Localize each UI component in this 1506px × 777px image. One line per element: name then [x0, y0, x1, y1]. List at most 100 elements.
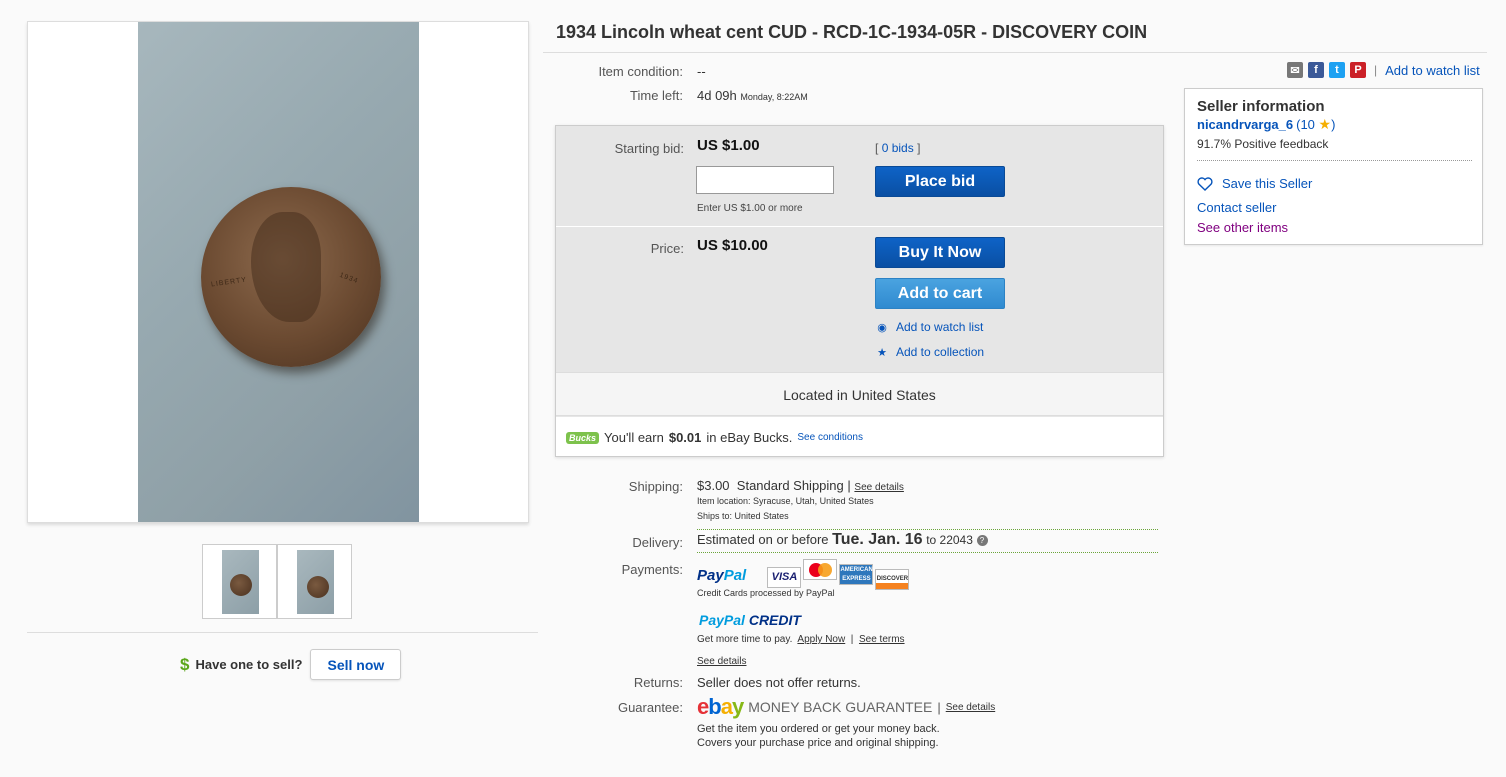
visa-icon: VISA — [767, 567, 802, 588]
shipping-pipe: | — [847, 478, 851, 493]
bid-amount-input[interactable] — [696, 166, 834, 194]
returns-label: Returns: — [633, 675, 683, 690]
delivery-prefix: Estimated on or before — [697, 532, 829, 547]
thumbnail-photo — [297, 550, 334, 614]
divider — [1197, 160, 1472, 161]
coin-profile — [251, 212, 321, 322]
shipping-line: $3.00 Standard Shipping | See details — [697, 478, 904, 493]
eye-icon: ◉ — [877, 321, 887, 334]
place-bid-button[interactable]: Place bid — [875, 166, 1005, 197]
collection-label: Add to collection — [896, 345, 985, 359]
bucks-text-pre: You'll earn — [604, 430, 664, 445]
separator: | — [850, 634, 854, 645]
guarantee-line2: Covers your purchase price and original … — [697, 737, 939, 749]
amex-icon: AMERICAN EXPRESS — [839, 564, 874, 585]
seller-heading: Seller information — [1197, 98, 1325, 115]
returns-value: Seller does not offer returns. — [697, 675, 861, 690]
delivery-zip: to 22043 — [926, 533, 973, 547]
bracket: ] — [917, 141, 921, 155]
money-back-guarantee: MONEY BACK GUARANTEE — [748, 699, 933, 715]
bracket: [ — [875, 141, 879, 155]
collection-action[interactable]: ★ Add to collection — [876, 345, 984, 359]
buy-it-now-button[interactable]: Buy It Now — [875, 237, 1005, 268]
delivery-line: Estimated on or before Tue. Jan. 16 to 2… — [697, 531, 988, 549]
payments-label: Payments: — [621, 562, 683, 577]
payment-methods: PayPal VISA AMERICAN EXPRESS DISCOVER — [697, 559, 911, 590]
coin-liberty-text: LIBERTY — [210, 276, 248, 289]
paypal-credit-logo: PayPal CREDIT — [699, 612, 801, 628]
watch-list-action[interactable]: ◉ Add to watch list — [876, 320, 983, 334]
credit-text: Get more time to pay. — [697, 634, 793, 645]
watch-list-label: Add to watch list — [896, 320, 984, 334]
shipping-label: Shipping: — [628, 479, 683, 494]
guarantee-pipe: | — [937, 699, 941, 715]
ships-to-value: United States — [734, 511, 789, 521]
payments-see-details-wrap: See details — [697, 652, 746, 667]
bucks-text-post: in eBay Bucks. — [706, 430, 793, 445]
seller-feedback: 91.7% Positive feedback — [1197, 137, 1329, 151]
sell-promo: $ Have one to sell? Sell now — [180, 649, 402, 680]
help-icon[interactable]: ? — [976, 535, 988, 547]
ebay-logo: ebay — [697, 694, 744, 719]
payments-see-details[interactable]: See details — [697, 656, 746, 667]
item-photo: LIBERTY 1934 — [138, 22, 419, 522]
thumbnail-strip — [202, 544, 352, 619]
see-terms-link[interactable]: See terms — [859, 634, 905, 645]
seller-username-link[interactable]: nicandrvarga_6 — [1197, 117, 1293, 132]
facebook-icon[interactable]: f — [1308, 62, 1324, 78]
coin-year-text: 1934 — [338, 271, 360, 286]
apply-now-link[interactable]: Apply Now — [797, 634, 845, 645]
discover-icon: DISCOVER — [875, 569, 910, 590]
share-separator: | — [1374, 63, 1378, 77]
starting-bid-label: Starting bid: — [614, 141, 684, 156]
share-bar: ✉ f t P | Add to watch list — [1287, 62, 1480, 78]
time-left-value: 4d 09h — [697, 88, 737, 103]
main-image-frame[interactable]: LIBERTY 1934 — [27, 21, 529, 523]
divider — [697, 552, 1158, 553]
auction-section: Starting bid: US $1.00 [ 0 bids ] Enter … — [556, 126, 1163, 227]
save-seller-link[interactable]: Save this Seller — [1197, 176, 1312, 191]
sell-now-button[interactable]: Sell now — [310, 649, 402, 680]
cards-processed: Credit Cards processed by PayPal — [697, 588, 835, 598]
thumbnail-1[interactable] — [202, 544, 277, 619]
guarantee-label: Guarantee: — [617, 700, 683, 715]
guarantee-line: ebay MONEY BACK GUARANTEE | See details — [697, 694, 995, 720]
bucks-section: Bucks You'll earn $0.01 in eBay Bucks. S… — [556, 417, 1163, 456]
thumbnail-2[interactable] — [277, 544, 352, 619]
shipping-see-details[interactable]: See details — [854, 482, 903, 493]
time-left-label: Time left: — [630, 88, 683, 103]
location-section: Located in United States — [556, 372, 1163, 416]
email-icon[interactable]: ✉ — [1287, 62, 1303, 78]
bids-link[interactable]: 0 bids — [882, 141, 914, 155]
paypal-credit-line: Get more time to pay. Apply Now | See te… — [697, 634, 905, 645]
divider — [697, 529, 1158, 530]
ships-to-label: Ships to: — [697, 511, 733, 521]
delivery-date: Tue. Jan. 16 — [832, 531, 923, 548]
guarantee-see-details[interactable]: See details — [946, 702, 995, 713]
seller-name-row: nicandrvarga_6 (10 ★) — [1197, 116, 1335, 133]
bucks-logo: Bucks — [566, 431, 600, 444]
seller-score-link[interactable]: (10 ★) — [1296, 116, 1335, 133]
price-value: US $10.00 — [697, 237, 768, 254]
listing-page: LIBERTY 1934 $ Have one to sell? Sell no… — [0, 0, 1506, 777]
see-other-items-link[interactable]: See other items — [1197, 220, 1288, 235]
item-location: Located in United States — [783, 387, 936, 403]
bucks-amount: $0.01 — [668, 430, 702, 445]
bid-box: Starting bid: US $1.00 [ 0 bids ] Enter … — [555, 125, 1164, 457]
add-to-watch-list-link[interactable]: Add to watch list — [1385, 63, 1480, 78]
see-conditions-link[interactable]: See conditions — [797, 432, 863, 443]
thumbnail-photo — [222, 550, 259, 614]
add-to-cart-button[interactable]: Add to cart — [875, 278, 1005, 309]
title-divider — [543, 52, 1487, 53]
heart-icon — [1197, 176, 1213, 191]
twitter-icon[interactable]: t — [1329, 62, 1345, 78]
seller-info-box: Seller information nicandrvarga_6 (10 ★)… — [1184, 88, 1483, 245]
divider — [27, 632, 538, 633]
pinterest-icon[interactable]: P — [1350, 62, 1366, 78]
star-icon: ★ — [877, 346, 887, 359]
bid-hint: Enter US $1.00 or more — [697, 203, 803, 214]
time-left-when: Monday, 8:22AM — [740, 92, 808, 102]
time-left: 4d 09h Monday, 8:22AM — [697, 88, 808, 103]
contact-seller-link[interactable]: Contact seller — [1197, 200, 1276, 215]
delivery-label: Delivery: — [632, 535, 683, 550]
